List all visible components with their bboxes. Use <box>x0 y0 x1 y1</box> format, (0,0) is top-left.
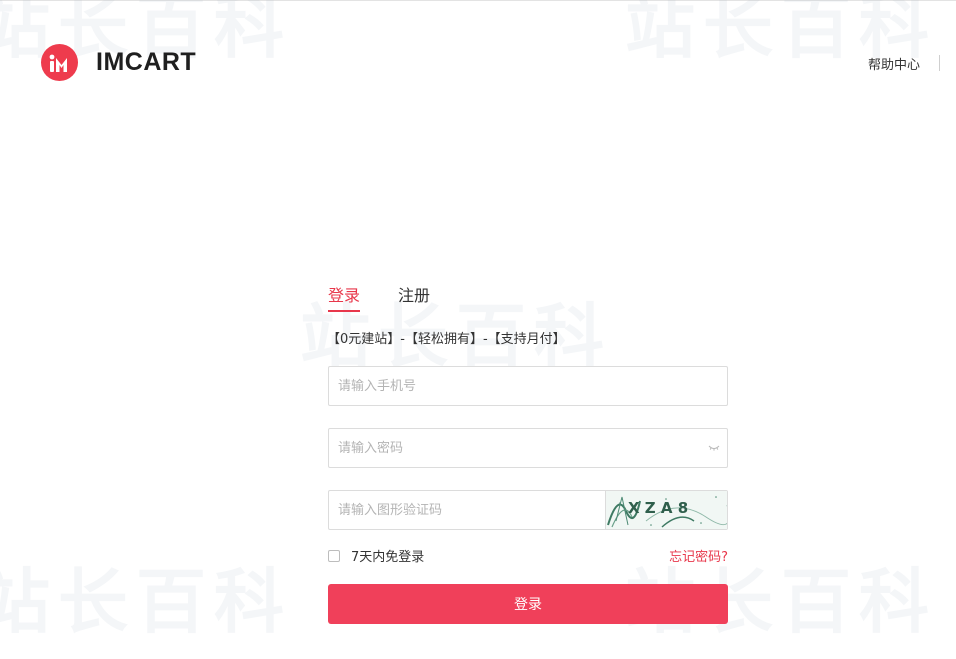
password-input[interactable] <box>329 429 727 467</box>
phone-field <box>328 366 728 406</box>
phone-input[interactable] <box>329 367 727 405</box>
brand-name: IMCART <box>96 48 197 76</box>
captcha-text: X Z A 8 <box>628 499 688 517</box>
remember-checkbox[interactable] <box>328 549 340 562</box>
tab-login[interactable]: 登录 <box>328 282 361 312</box>
captcha-input[interactable] <box>329 491 607 529</box>
watermark: 站长百科 <box>0 561 292 643</box>
login-page: 站长百科 站长百科 站长百科 站长百科 站长百科 IMCART 帮助中心 登录 … <box>0 0 956 659</box>
promo-slogan: 【0元建站】-【轻松拥有】-【支持月付】 <box>327 332 566 347</box>
forgot-password-link[interactable]: 忘记密码? <box>669 546 728 565</box>
password-field <box>328 428 728 468</box>
brand-logo[interactable]: IMCART <box>41 44 196 81</box>
login-button[interactable]: 登录 <box>328 584 728 624</box>
remember-me[interactable]: 7天内免登录 <box>328 546 424 565</box>
imcart-logo-icon <box>41 44 78 81</box>
captcha-image[interactable]: X Z A 8 <box>605 491 727 529</box>
captcha-field: X Z A 8 <box>328 490 728 530</box>
help-center-link[interactable]: 帮助中心 <box>868 54 920 73</box>
eye-closed-icon[interactable] <box>708 443 720 453</box>
login-tabs: 登录 注册 <box>328 282 430 312</box>
header-divider <box>939 55 940 71</box>
tab-register[interactable]: 注册 <box>398 282 430 312</box>
remember-label: 7天内免登录 <box>351 550 425 565</box>
